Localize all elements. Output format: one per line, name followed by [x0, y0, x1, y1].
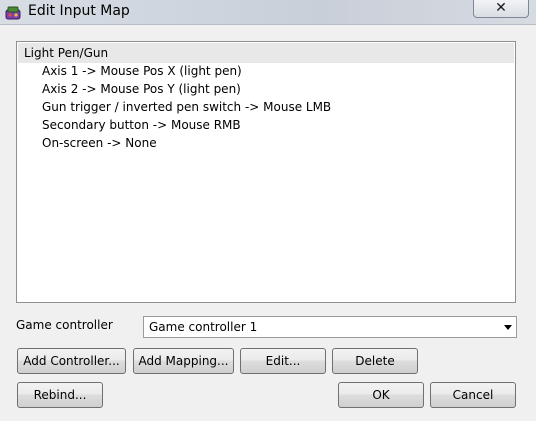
app-joystick-icon	[5, 6, 21, 20]
chevron-down-icon[interactable]	[504, 325, 512, 330]
ok-button[interactable]: OK	[338, 382, 424, 408]
list-group-label: Light Pen/Gun	[24, 46, 109, 60]
game-controller-label: Game controller	[16, 318, 113, 332]
add-mapping-button[interactable]: Add Mapping...	[133, 348, 234, 374]
list-group-header[interactable]: Light Pen/Gun	[18, 43, 514, 63]
delete-button[interactable]: Delete	[332, 348, 418, 374]
close-button[interactable]: ✕	[473, 0, 529, 18]
cancel-button[interactable]: Cancel	[430, 382, 516, 408]
window-title: Edit Input Map	[28, 3, 130, 19]
game-controller-value: Game controller 1	[149, 320, 258, 334]
add-controller-button[interactable]: Add Controller...	[17, 348, 126, 374]
list-item[interactable]: Axis 1 -> Mouse Pos X (light pen)	[42, 62, 242, 80]
list-item[interactable]: On-screen -> None	[42, 134, 157, 152]
edit-input-map-window: Edit Input Map ✕ Light Pen/Gun Axis 1 ->…	[0, 0, 536, 421]
list-item[interactable]: Axis 2 -> Mouse Pos Y (light pen)	[42, 80, 241, 98]
rebind-button[interactable]: Rebind...	[17, 382, 103, 408]
list-item[interactable]: Secondary button -> Mouse RMB	[42, 116, 241, 134]
edit-button[interactable]: Edit...	[240, 348, 326, 374]
input-map-list[interactable]: Light Pen/Gun Axis 1 -> Mouse Pos X (lig…	[16, 41, 516, 303]
game-controller-select[interactable]: Game controller 1	[143, 316, 517, 338]
list-item[interactable]: Gun trigger / inverted pen switch -> Mou…	[42, 98, 331, 116]
title-bar[interactable]: Edit Input Map ✕	[0, 0, 536, 25]
close-icon: ✕	[495, 0, 507, 16]
